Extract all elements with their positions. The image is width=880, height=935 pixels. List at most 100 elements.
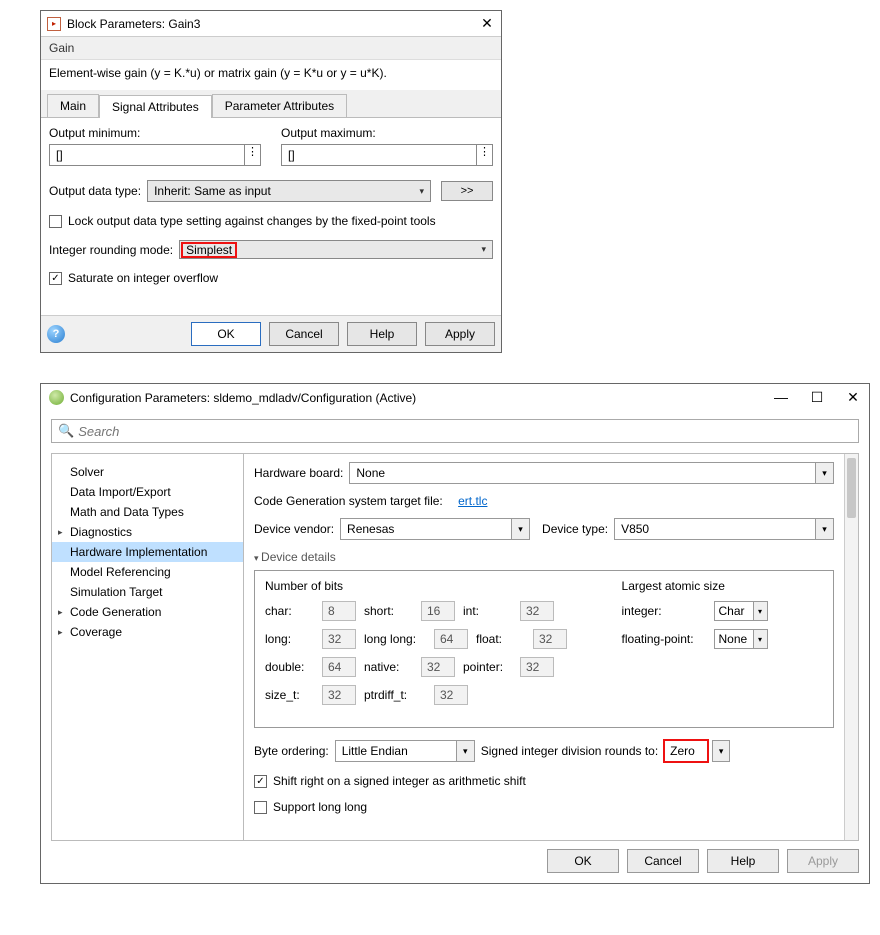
atomic-integer-label: integer: <box>622 604 708 618</box>
app-icon <box>49 390 64 405</box>
device-type-label: Device type: <box>542 522 608 536</box>
header-section: Gain Element-wise gain (y = K.*u) or mat… <box>41 36 501 90</box>
atomic-float-value: None <box>715 630 753 648</box>
help-icon[interactable]: ? <box>47 325 65 343</box>
long-value: 32 <box>322 629 356 649</box>
window-title: Block Parameters: Gain3 <box>67 17 200 31</box>
saturate-overflow-checkbox[interactable] <box>49 272 62 285</box>
integer-rounding-mode-value: Simplest <box>182 243 236 257</box>
chevron-down-icon: ▾ <box>815 519 833 539</box>
device-details-toggle[interactable]: Device details <box>254 550 834 564</box>
atomic-float-select[interactable]: None ▾ <box>714 629 768 649</box>
tree-item-math[interactable]: Math and Data Types <box>52 502 243 522</box>
tree-item-coverage[interactable]: Coverage <box>52 622 243 642</box>
output-min-edit-icon[interactable]: ⋮ <box>245 144 261 166</box>
float-label: float: <box>476 632 525 646</box>
char-label: char: <box>265 604 314 618</box>
atomic-integer-select[interactable]: Char ▾ <box>714 601 768 621</box>
device-type-select[interactable]: V850 ▾ <box>614 518 834 540</box>
block-type-label: Gain <box>41 37 501 59</box>
int-value: 32 <box>520 601 554 621</box>
tree-item-codegen[interactable]: Code Generation <box>52 602 243 622</box>
ok-button[interactable]: OK <box>547 849 619 873</box>
output-max-label: Output maximum: <box>281 126 493 140</box>
lock-data-type-checkbox[interactable] <box>49 215 62 228</box>
number-of-bits-title: Number of bits <box>265 579 608 593</box>
chevron-down-icon: ▾ <box>481 244 486 255</box>
data-type-assistant-button[interactable]: >> <box>441 181 493 201</box>
chevron-down-icon: ▾ <box>419 186 424 197</box>
tab-signal-attributes[interactable]: Signal Attributes <box>99 95 212 118</box>
search-input[interactable] <box>78 424 852 439</box>
tree-item-data-io[interactable]: Data Import/Export <box>52 482 243 502</box>
short-label: short: <box>364 604 413 618</box>
tree-item-modelref[interactable]: Model Referencing <box>52 562 243 582</box>
close-icon[interactable]: ✕ <box>479 15 495 32</box>
ok-button[interactable]: OK <box>191 322 261 346</box>
device-type-value: V850 <box>615 519 815 539</box>
output-min-field[interactable]: [] <box>49 144 245 166</box>
device-vendor-select[interactable]: Renesas ▾ <box>340 518 530 540</box>
native-value: 32 <box>421 657 455 677</box>
hardware-board-select[interactable]: None ▾ <box>349 462 834 484</box>
signed-div-round-label: Signed integer division rounds to: <box>481 744 658 758</box>
chevron-down-icon: ▾ <box>815 463 833 483</box>
pointer-label: pointer: <box>463 660 512 674</box>
signed-div-round-value: Zero <box>664 740 708 762</box>
device-vendor-label: Device vendor: <box>254 522 334 536</box>
tab-strip: Main Signal Attributes Parameter Attribu… <box>41 90 501 118</box>
help-button[interactable]: Help <box>347 322 417 346</box>
scrollbar-thumb[interactable] <box>847 458 856 518</box>
output-min-label: Output minimum: <box>49 126 261 140</box>
tree-item-solver[interactable]: Solver <box>52 462 243 482</box>
output-data-type-select[interactable]: Inherit: Same as input ▾ <box>147 180 431 202</box>
titlebar: Configuration Parameters: sldemo_mdladv/… <box>41 384 869 409</box>
system-target-file-link[interactable]: ert.tlc <box>458 494 487 508</box>
support-long-long-checkbox[interactable] <box>254 801 267 814</box>
byte-ordering-select[interactable]: Little Endian ▾ <box>335 740 475 762</box>
tree-item-hardware[interactable]: Hardware Implementation <box>52 542 243 562</box>
button-bar: ? OK Cancel Help Apply <box>41 315 501 352</box>
tab-parameter-attributes[interactable]: Parameter Attributes <box>212 94 347 117</box>
pointer-value: 32 <box>520 657 554 677</box>
help-button[interactable]: Help <box>707 849 779 873</box>
tree-item-simtarget[interactable]: Simulation Target <box>52 582 243 602</box>
shift-right-checkbox[interactable] <box>254 775 267 788</box>
output-max-field[interactable]: [] <box>281 144 477 166</box>
block-description: Element-wise gain (y = K.*u) or matrix g… <box>41 59 501 90</box>
hardware-board-label: Hardware board: <box>254 466 343 480</box>
native-label: native: <box>364 660 413 674</box>
chevron-down-icon: ▾ <box>511 519 529 539</box>
apply-button[interactable]: Apply <box>425 322 495 346</box>
integer-rounding-mode-select[interactable]: Simplest ▾ <box>179 240 493 259</box>
longlong-label: long long: <box>364 632 426 646</box>
minimize-icon[interactable]: — <box>773 389 789 406</box>
tree-item-diagnostics[interactable]: Diagnostics <box>52 522 243 542</box>
short-value: 16 <box>421 601 455 621</box>
hardware-panel: Hardware board: None ▾ Code Generation s… <box>244 454 844 840</box>
vertical-scrollbar[interactable] <box>844 454 858 840</box>
apply-button[interactable]: Apply <box>787 849 859 873</box>
chevron-down-icon: ▾ <box>753 602 767 620</box>
window-title: Configuration Parameters: sldemo_mdladv/… <box>70 391 416 405</box>
signed-div-round-select[interactable]: Zero ▾ <box>664 740 730 762</box>
device-vendor-value: Renesas <box>341 519 511 539</box>
device-details-box: Number of bits char:8 short:16 int:32 lo… <box>254 570 834 728</box>
output-data-type-label: Output data type: <box>49 184 141 198</box>
button-bar: OK Cancel Help Apply <box>41 841 869 881</box>
integer-rounding-mode-label: Integer rounding mode: <box>49 243 173 257</box>
int-label: int: <box>463 604 512 618</box>
atomic-float-label: floating-point: <box>622 632 708 646</box>
double-label: double: <box>265 660 314 674</box>
close-icon[interactable]: ✕ <box>845 389 861 406</box>
app-icon: ▸ <box>47 17 61 31</box>
search-field[interactable]: 🔍 <box>51 419 859 443</box>
output-max-edit-icon[interactable]: ⋮ <box>477 144 493 166</box>
maximize-icon[interactable]: ☐ <box>809 389 825 406</box>
cancel-button[interactable]: Cancel <box>627 849 699 873</box>
cancel-button[interactable]: Cancel <box>269 322 339 346</box>
longlong-value: 64 <box>434 629 468 649</box>
tab-main[interactable]: Main <box>47 94 99 117</box>
signal-attributes-pane: Output minimum: [] ⋮ Output maximum: [] … <box>41 118 501 315</box>
sizet-label: size_t: <box>265 688 314 702</box>
